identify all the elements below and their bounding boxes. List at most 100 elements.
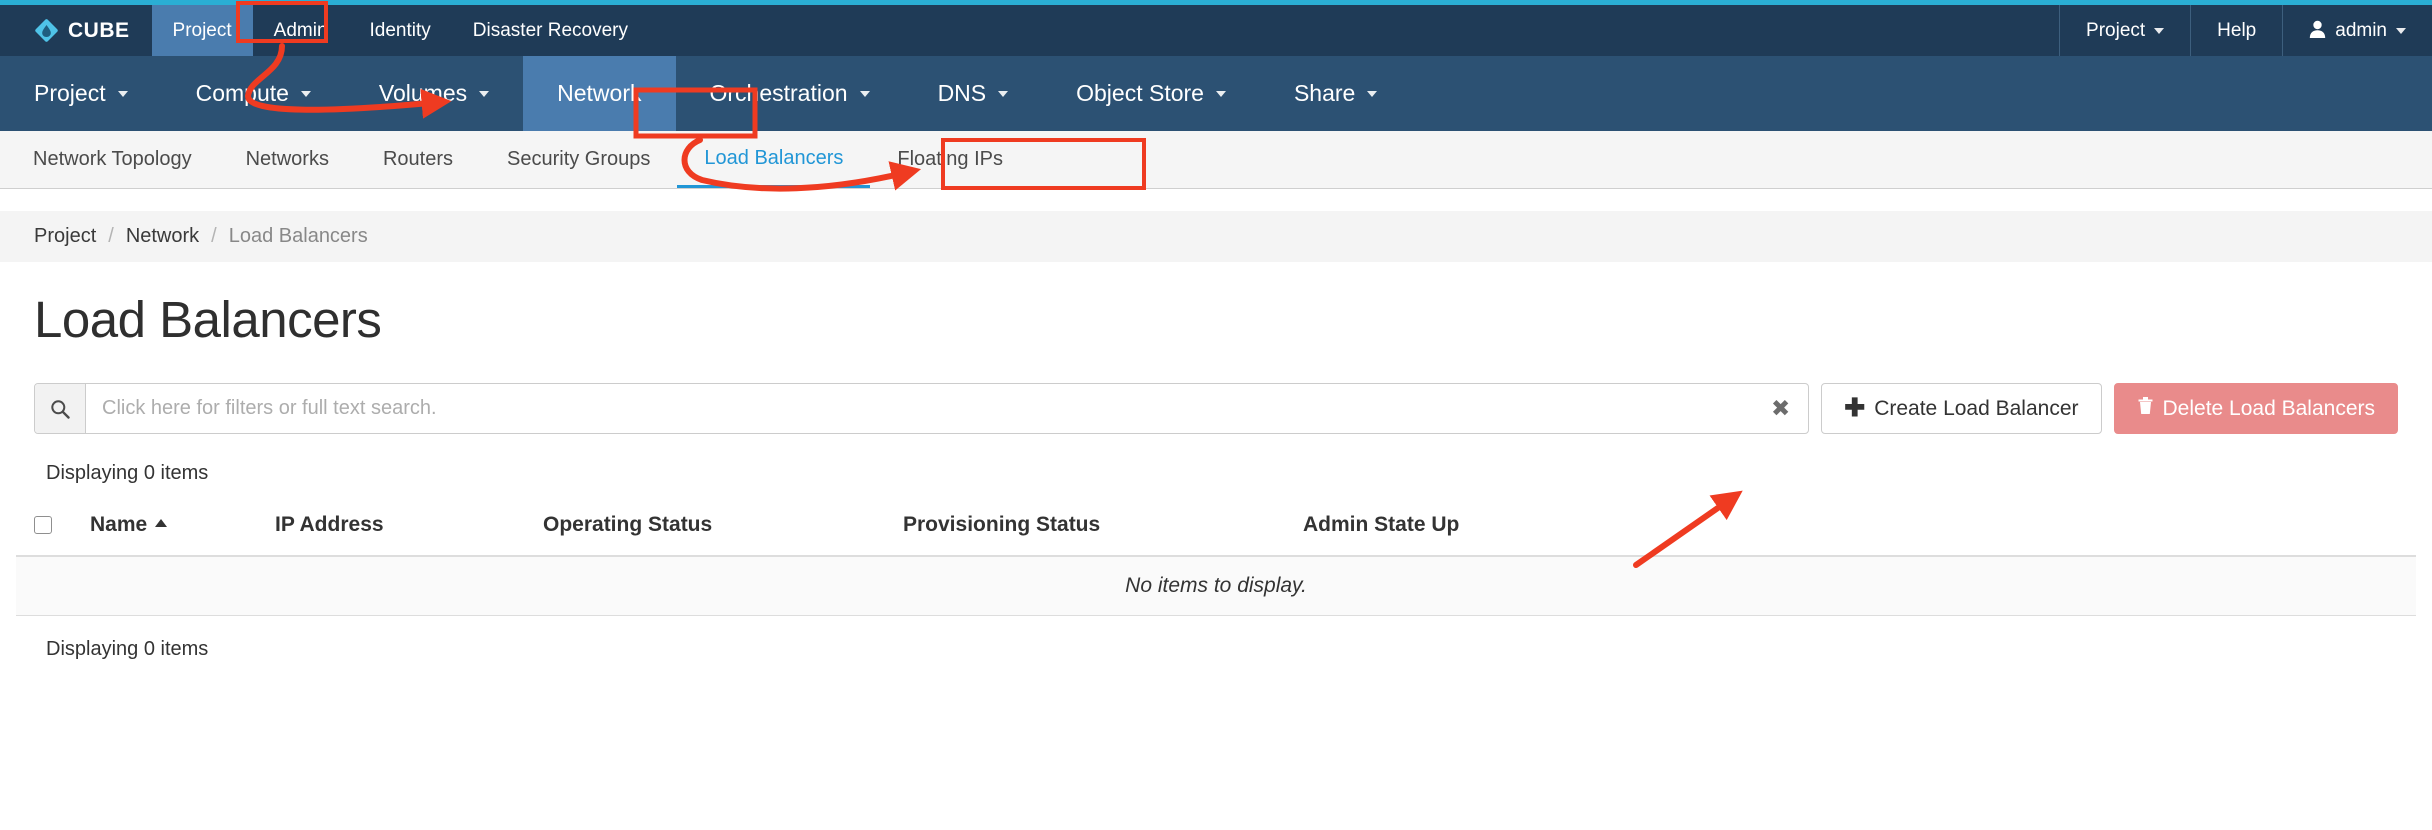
breadcrumb-separator: /: [108, 225, 114, 247]
mainnav-item-network[interactable]: Network: [523, 56, 676, 131]
brand-logo[interactable]: CUBE: [0, 5, 152, 56]
subnav-item-networks[interactable]: Networks: [219, 131, 356, 188]
column-header-name[interactable]: Name: [90, 505, 275, 557]
subnav-item-floating-ips-label: Floating IPs: [897, 148, 1003, 170]
select-all-checkbox[interactable]: [34, 516, 52, 535]
clear-x-glyph: ✖: [1770, 395, 1791, 421]
subnav-item-networks-label: Networks: [245, 148, 329, 170]
breadcrumb-item-load-balancers: Load Balancers: [228, 225, 368, 247]
table-header-row: Name IP Address Operating Status Provisi…: [16, 505, 2416, 557]
project-selector-dropdown[interactable]: Project: [2059, 5, 2190, 56]
column-header-operating-status[interactable]: Operating Status: [543, 505, 903, 557]
subnav-item-floating-ips[interactable]: Floating IPs: [870, 131, 1030, 188]
column-header-ip-address-label: IP Address: [275, 513, 384, 536]
mainnav-item-project[interactable]: Project: [0, 56, 162, 131]
brand-navbar-right: Project Help admin: [2059, 5, 2432, 56]
mainnav-item-volumes-label: Volumes: [378, 80, 468, 106]
load-balancers-table: Name IP Address Operating Status Provisi…: [16, 505, 2416, 616]
chevron-down-icon: [2396, 27, 2406, 34]
sort-ascending-icon: [155, 519, 168, 527]
topnav-item-admin-label: Admin: [273, 19, 328, 41]
item-count-bottom: Displaying 0 items: [46, 638, 209, 660]
cube-diamond-logo-icon: [34, 18, 59, 43]
breadcrumb: Project / Network / Load Balancers: [0, 211, 2432, 262]
load-balancers-page: CUBE Project Admin Identity Disaster Rec…: [0, 0, 2432, 830]
breadcrumb-item-project[interactable]: Project: [34, 225, 96, 248]
chevron-down-icon: [2154, 27, 2165, 34]
subnav-item-load-balancers-label: Load Balancers: [704, 146, 844, 169]
search-input[interactable]: [86, 384, 1753, 433]
mainnav-item-share-label: Share: [1293, 80, 1356, 106]
create-load-balancer-label: Create Load Balancer: [1874, 396, 2079, 420]
person-icon: [2309, 20, 2326, 41]
topnav-item-project[interactable]: Project: [151, 5, 253, 56]
project-selector-label: Project: [2086, 19, 2146, 41]
column-header-operating-status-label: Operating Status: [543, 513, 713, 536]
trash-icon: [2137, 396, 2154, 421]
delete-load-balancers-label: Delete Load Balancers: [2162, 396, 2375, 420]
help-link[interactable]: Help: [2190, 5, 2282, 56]
chevron-down-icon: [1215, 90, 1226, 97]
item-count-top: Displaying 0 items: [46, 462, 209, 484]
topnav-item-project-label: Project: [172, 19, 232, 41]
plus-icon: ✚: [1844, 394, 1866, 422]
mainnav-item-network-label: Network: [557, 80, 642, 106]
topnav-item-identity-label: Identity: [369, 19, 431, 41]
clear-x-icon[interactable]: ✖: [1753, 384, 1808, 433]
search-icon[interactable]: [35, 384, 86, 433]
select-all-header: [16, 505, 90, 557]
table-toolbar: ✖ ✚ Create Load Balancer Delete Load Bal…: [34, 383, 2398, 434]
subnav-item-routers[interactable]: Routers: [356, 131, 480, 188]
table-head: Name IP Address Operating Status Provisi…: [16, 505, 2416, 557]
subnav-item-network-topology-label: Network Topology: [33, 148, 192, 170]
brand-name: CUBE: [68, 18, 130, 42]
subnav-item-load-balancers[interactable]: Load Balancers: [677, 131, 871, 188]
navbar-spacer: [649, 5, 2059, 56]
mainnav-item-share[interactable]: Share: [1260, 56, 1411, 131]
table-body: No items to display.: [16, 556, 2416, 616]
mainnav-item-orchestration-label: Orchestration: [709, 80, 848, 106]
chevron-down-icon: [117, 90, 128, 97]
column-header-ip-address[interactable]: IP Address: [275, 505, 543, 557]
page-title: Load Balancers: [34, 291, 382, 348]
breadcrumb-item-network[interactable]: Network: [126, 225, 199, 248]
delete-load-balancers-button[interactable]: Delete Load Balancers: [2113, 383, 2398, 434]
main-navbar: Project Compute Volumes Network Orchestr…: [0, 56, 2432, 131]
chevron-down-icon: [859, 90, 870, 97]
mainnav-item-compute[interactable]: Compute: [162, 56, 345, 131]
topnav-item-admin[interactable]: Admin: [253, 5, 349, 56]
network-subnav: Network Topology Networks Routers Securi…: [0, 131, 2432, 189]
mainnav-item-project-label: Project: [34, 80, 106, 106]
search-box: ✖: [34, 383, 1810, 434]
chevron-down-icon: [1367, 90, 1378, 97]
subnav-item-security-groups[interactable]: Security Groups: [480, 131, 677, 188]
chevron-down-icon: [300, 90, 311, 97]
column-header-admin-state-up-label: Admin State Up: [1303, 513, 1460, 536]
mainnav-item-volumes[interactable]: Volumes: [345, 56, 523, 131]
column-header-provisioning-status[interactable]: Provisioning Status: [903, 505, 1303, 557]
chevron-down-icon: [479, 90, 490, 97]
brand-navbar: CUBE Project Admin Identity Disaster Rec…: [0, 5, 2432, 56]
topnav-item-disaster-recovery[interactable]: Disaster Recovery: [452, 5, 649, 56]
column-header-name-label: Name: [90, 513, 148, 536]
brand-navbar-items: Project Admin Identity Disaster Recovery: [151, 5, 649, 56]
breadcrumb-separator: /: [211, 225, 217, 247]
create-load-balancer-button[interactable]: ✚ Create Load Balancer: [1821, 383, 2102, 434]
help-label: Help: [2217, 19, 2257, 41]
column-header-provisioning-status-label: Provisioning Status: [903, 513, 1101, 536]
empty-message: No items to display.: [16, 556, 2416, 616]
subnav-item-security-groups-label: Security Groups: [507, 148, 651, 170]
mainnav-item-dns[interactable]: DNS: [904, 56, 1043, 131]
column-header-admin-state-up[interactable]: Admin State Up: [1303, 505, 2416, 557]
user-menu[interactable]: admin: [2282, 5, 2432, 56]
chevron-down-icon: [998, 90, 1009, 97]
subnav-item-network-topology[interactable]: Network Topology: [6, 131, 219, 188]
mainnav-item-orchestration[interactable]: Orchestration: [676, 56, 904, 131]
topnav-item-disaster-recovery-label: Disaster Recovery: [472, 19, 628, 41]
breadcrumb-wrapper: Project / Network / Load Balancers: [0, 189, 2432, 262]
mainnav-item-compute-label: Compute: [195, 80, 289, 106]
table-empty-row: No items to display.: [16, 556, 2416, 616]
mainnav-item-object-store[interactable]: Object Store: [1042, 56, 1260, 131]
user-name-label: admin: [2335, 19, 2387, 41]
topnav-item-identity[interactable]: Identity: [349, 5, 452, 56]
